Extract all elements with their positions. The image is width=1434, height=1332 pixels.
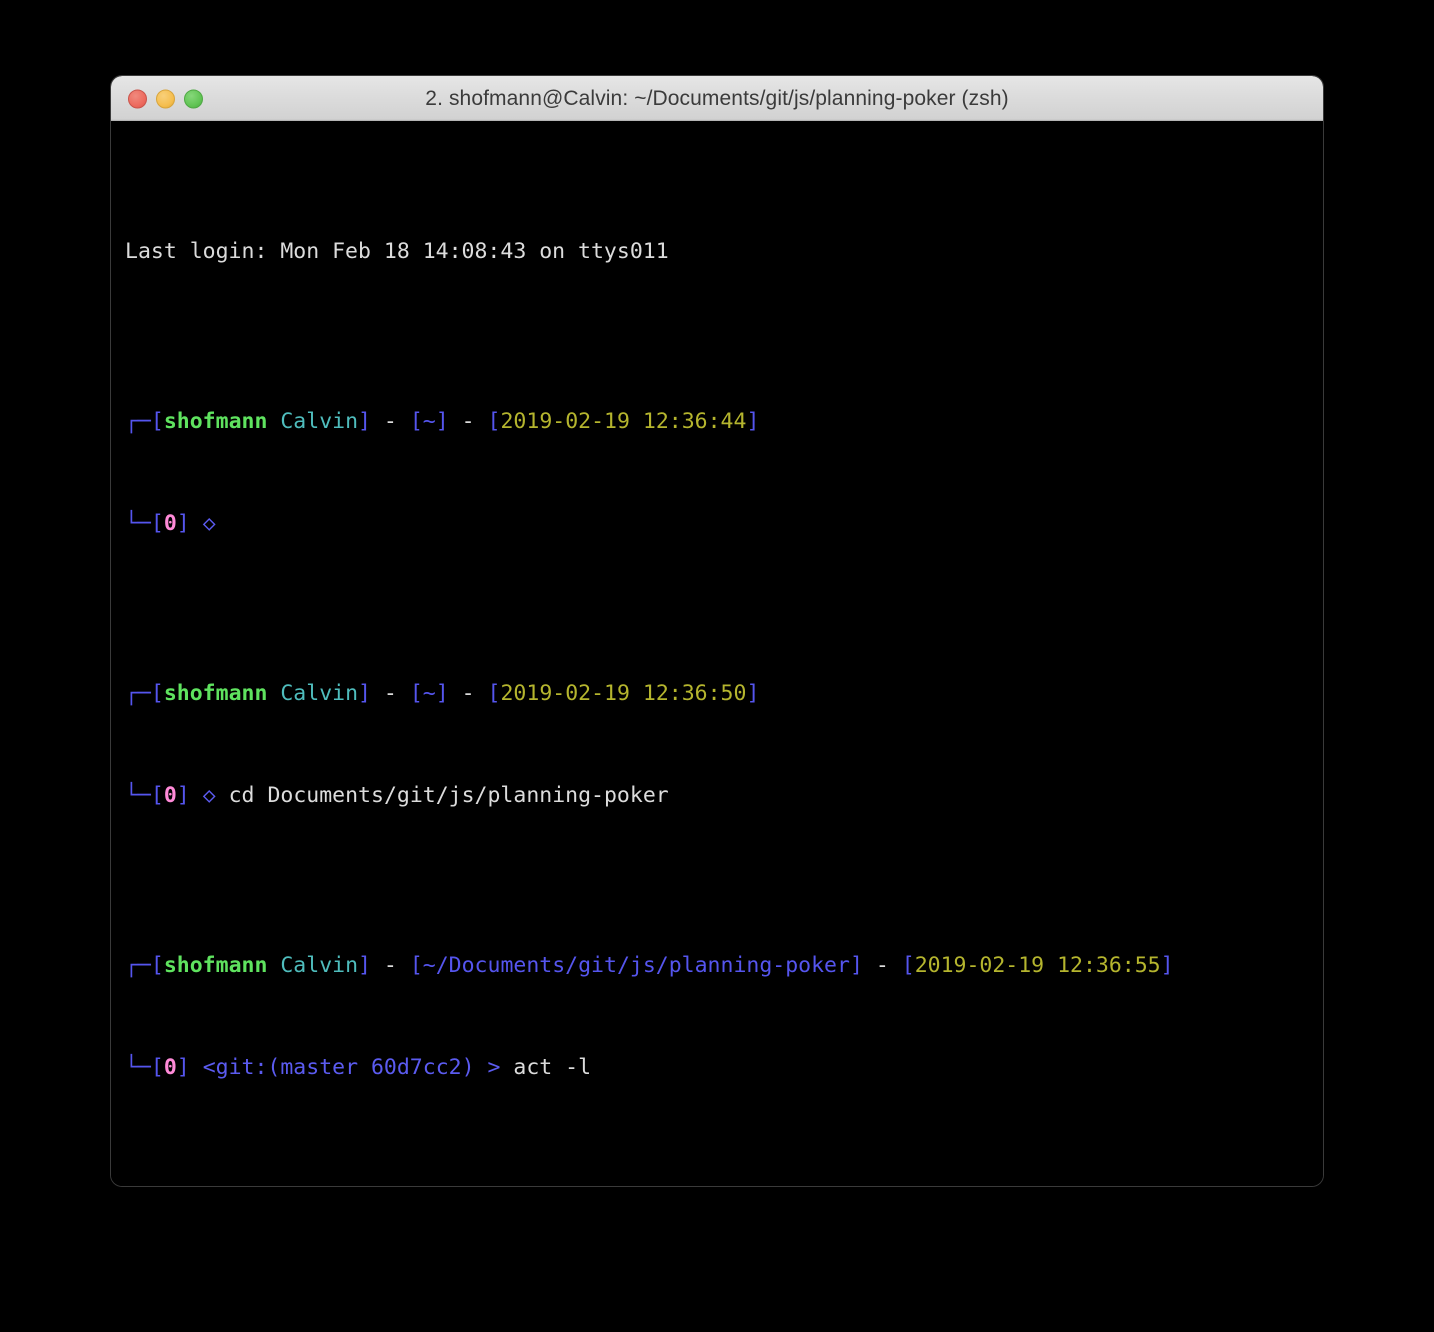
prompt-corner-bottom: └─ [125, 1055, 151, 1080]
prompt-timestamp: 2019-02-19 12:36:50 [500, 681, 747, 706]
prompt-dash: - [448, 409, 488, 434]
prompt-bracket: [ [150, 953, 164, 978]
prompt-symbol-icon: ◇ [202, 783, 216, 808]
prompt-command: cd Documents/git/js/planning-poker [228, 783, 669, 808]
prompt-dash: - [370, 953, 410, 978]
prompt-bracket: [ [409, 409, 423, 434]
prompt-bottom-line: └─[0] ◇ [125, 507, 1323, 541]
terminal-window: 2. shofmann@Calvin: ~/Documents/git/js/p… [111, 76, 1323, 1186]
prompt-bracket: [ [487, 681, 501, 706]
prompt-bracket: [ [150, 511, 164, 536]
prompt-bracket: ] [176, 783, 190, 808]
prompt-top-line: ┌─[shofmann Calvin] - [~/Documents/git/j… [125, 949, 1323, 983]
prompt-bracket: [ [487, 409, 501, 434]
prompt-top-line: ┌─[shofmann Calvin] - [~] - [2019-02-19 … [125, 405, 1323, 439]
prompt-bracket: ] [1160, 953, 1174, 978]
prompt-host: Calvin [280, 953, 359, 978]
prompt-bracket: ] [358, 953, 371, 978]
window-title: 2. shofmann@Calvin: ~/Documents/git/js/p… [425, 86, 1009, 110]
prompt-bracket: ] [176, 1055, 190, 1080]
prompt-path: ~ [422, 681, 436, 706]
prompt-exit-status: 0 [163, 1055, 177, 1080]
prompt-symbol-icon: ◇ [202, 511, 216, 536]
prompt-bracket: ] [176, 511, 190, 536]
prompt-bracket: [ [409, 681, 423, 706]
prompt-bracket: [ [901, 953, 915, 978]
prompt-bracket: ] [746, 681, 760, 706]
prompt-user: shofmann [163, 681, 268, 706]
screen: 2. shofmann@Calvin: ~/Documents/git/js/p… [0, 0, 1434, 1332]
zoom-button-icon[interactable] [184, 89, 203, 108]
prompt-exit-status: 0 [163, 783, 177, 808]
prompt-corner-top: ┌─ [125, 409, 151, 434]
prompt-dash: - [448, 681, 488, 706]
prompt-corner-bottom: └─ [125, 783, 151, 808]
prompt-bracket: [ [409, 953, 423, 978]
prompt-bracket: ] [358, 681, 371, 706]
prompt-bracket: [ [150, 409, 164, 434]
prompt-corner-top: ┌─ [125, 681, 151, 706]
prompt-bottom-line: └─[0] <git:(master 60d7cc2) > act -l [125, 1051, 1323, 1085]
last-login-line: Last login: Mon Feb 18 14:08:43 on ttys0… [125, 235, 1323, 269]
prompt-bottom-line: └─[0] ◇ cd Documents/git/js/planning-pok… [125, 779, 1323, 813]
prompt-bracket: ] [358, 409, 371, 434]
prompt-path: ~/Documents/git/js/planning-poker [422, 953, 850, 978]
prompt-command: act -l [513, 1055, 592, 1080]
prompt-bracket: ] [435, 409, 449, 434]
close-button-icon[interactable] [128, 89, 147, 108]
prompt-corner-top: ┌─ [125, 953, 151, 978]
prompt-bracket: [ [150, 681, 164, 706]
prompt-path: ~ [422, 409, 436, 434]
prompt-bracket: ] [746, 409, 760, 434]
minimize-button-icon[interactable] [156, 89, 175, 108]
prompt-dash: - [370, 409, 410, 434]
prompt-user: shofmann [163, 953, 268, 978]
prompt-dash: - [862, 953, 902, 978]
window-titlebar[interactable]: 2. shofmann@Calvin: ~/Documents/git/js/p… [111, 76, 1323, 121]
last-login-text: Last login: Mon Feb 18 14:08:43 on ttys0… [125, 239, 669, 264]
prompt-dash: - [370, 681, 410, 706]
prompt-timestamp: 2019-02-19 12:36:44 [500, 409, 747, 434]
prompt-top-line: ┌─[shofmann Calvin] - [~] - [2019-02-19 … [125, 677, 1323, 711]
prompt-exit-status: 0 [163, 511, 177, 536]
prompt-bracket: ] [849, 953, 863, 978]
prompt-bracket: [ [150, 783, 164, 808]
prompt-git-segment: <git:(master 60d7cc2) > [202, 1055, 501, 1080]
prompt-corner-bottom: └─ [125, 511, 151, 536]
prompt-host: Calvin [280, 409, 359, 434]
prompt-bracket: [ [150, 1055, 164, 1080]
terminal-content[interactable]: Last login: Mon Feb 18 14:08:43 on ttys0… [111, 121, 1323, 1186]
prompt-bracket: ] [435, 681, 449, 706]
prompt-user: shofmann [163, 409, 268, 434]
window-controls [128, 89, 203, 108]
prompt-host: Calvin [280, 681, 359, 706]
prompt-timestamp: 2019-02-19 12:36:55 [914, 953, 1161, 978]
